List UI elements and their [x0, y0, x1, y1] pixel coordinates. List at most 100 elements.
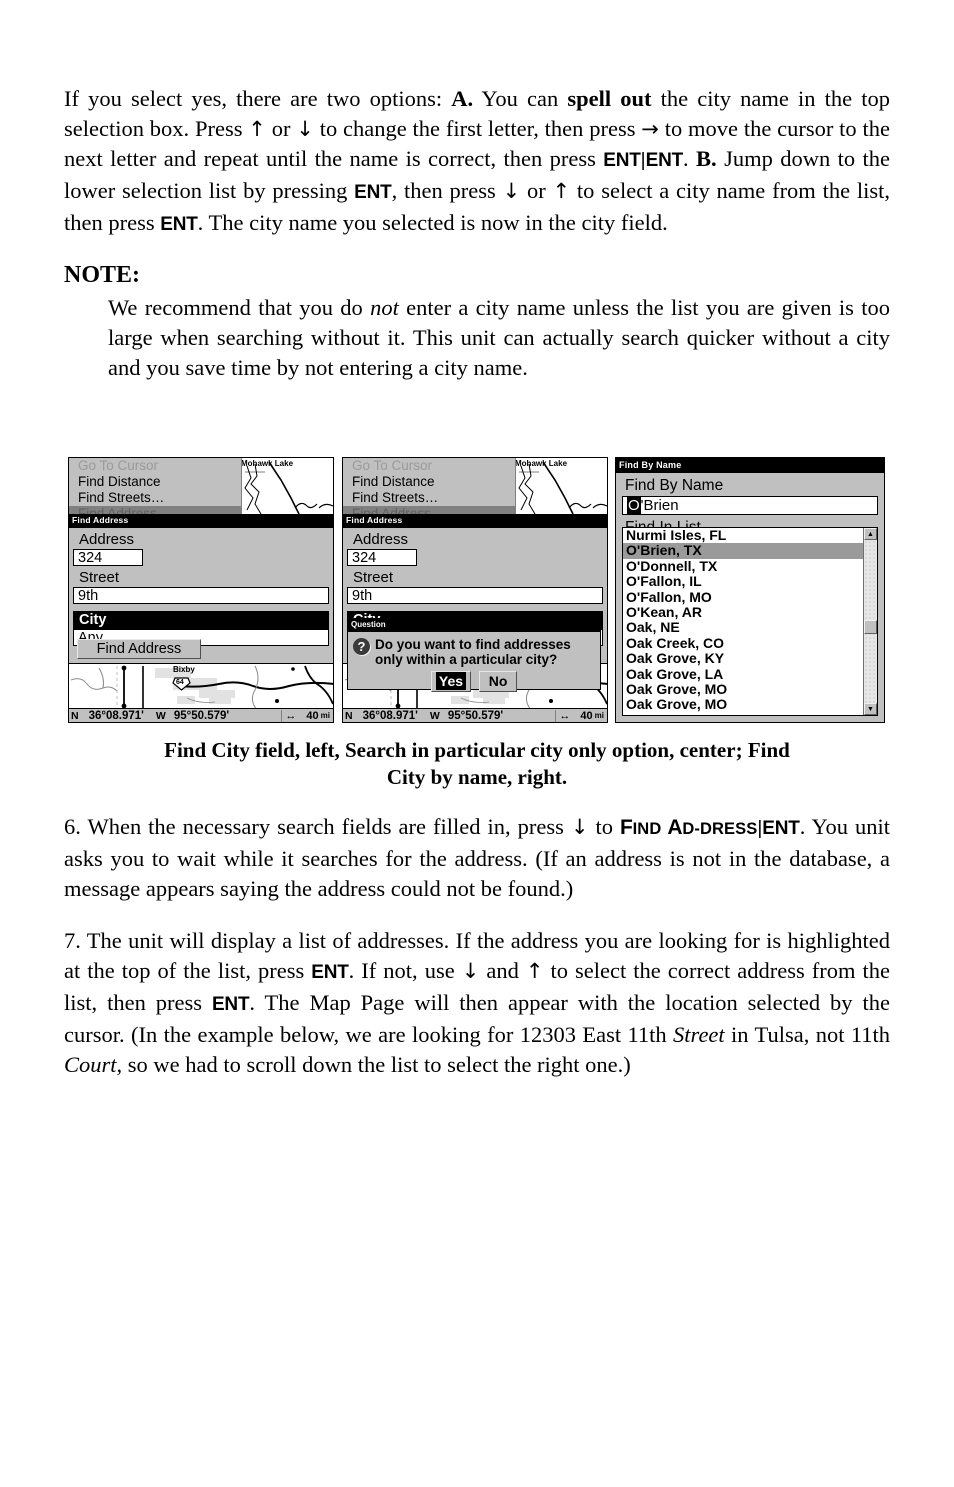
ent-key-label: ENT [354, 182, 392, 203]
p6-text-1: 6. When the necessary search fields are … [64, 814, 571, 839]
zoom-range-unit: mi [594, 711, 604, 720]
option-b-label: B. [696, 146, 717, 171]
menu-item-find-address[interactable]: Find Address [69, 506, 241, 514]
question-mark-icon: ? [353, 638, 370, 655]
street-label: Street [353, 569, 394, 586]
list-item[interactable]: Oak Grove, OK [623, 712, 863, 715]
scrollbar-thumb[interactable] [864, 620, 877, 634]
court-emphasis: Court [64, 1052, 117, 1077]
up-arrow-icon: ↑ [525, 959, 544, 983]
p6-text-2: to [588, 814, 620, 839]
latitude-value: 36°08.971' [362, 709, 418, 722]
ent-key-label: ENT [762, 818, 800, 839]
list-item[interactable]: O'Donnell, TX [623, 558, 863, 574]
city-list-items: Nurmi Isles, FL O'Brien, TX O'Donnell, T… [623, 528, 863, 715]
street-input[interactable]: 9th [347, 587, 603, 604]
menu-item-find-streets[interactable]: Find Streets… [343, 490, 515, 506]
find-by-name-label: Find By Name [625, 477, 724, 494]
address-label: Address [79, 531, 135, 548]
city-list-box[interactable]: Nurmi Isles, FL O'Brien, TX O'Donnell, T… [622, 527, 878, 716]
paragraph-7: 7. The unit will display a list of addre… [64, 926, 890, 1080]
down-arrow-icon: ↓ [502, 179, 521, 203]
yes-button[interactable]: Yes [430, 671, 472, 692]
zoom-range-value: 40 [580, 709, 593, 722]
list-item[interactable]: O'Fallon, MO [623, 589, 863, 605]
note-block: NOTE: We recommend that you do not enter… [64, 262, 890, 383]
find-key-initial: F [619, 816, 633, 839]
find-address-dialog-left: Find Address Address 324 Street 9th City… [69, 514, 333, 666]
document-page: If you select yes, there are two options… [0, 0, 954, 1487]
down-arrow-icon: ↓ [461, 959, 480, 983]
list-item[interactable]: O'Fallon, IL [623, 573, 863, 589]
menu-item-find-streets[interactable]: Find Streets… [69, 490, 241, 506]
list-scrollbar[interactable]: ▲ ▼ [863, 528, 877, 715]
map-label-lake: Mohawk Lake [241, 459, 294, 468]
menu-item-find-distance[interactable]: Find Distance [343, 474, 515, 490]
intro-text-10: or [520, 178, 553, 203]
menu-item-find-address[interactable]: Find Address [343, 506, 515, 514]
figure-screenshots-row: Mohawk Lake Go To Cursor Find Distance F… [68, 457, 888, 727]
dialog-title: Find By Name [616, 458, 884, 473]
down-arrow-icon: ↓ [296, 117, 314, 141]
address-input[interactable]: 324 [73, 549, 143, 566]
figure-caption: Find City field, left, Search in particu… [64, 737, 890, 791]
no-button[interactable]: No [479, 671, 518, 692]
list-item[interactable]: Oak Creek, CO [623, 635, 863, 651]
map-label-city: Bixby [173, 665, 195, 674]
list-item-selected[interactable]: O'Brien, TX [623, 542, 863, 559]
list-item[interactable]: Oak Grove, KY [623, 650, 863, 666]
intro-text-12: . The city name you selected is now in t… [197, 210, 668, 235]
status-bar-left: N 36°08.971' W 95°50.579' ↔ 40 mi [69, 708, 333, 722]
list-item[interactable]: Oak Grove, LA [623, 666, 863, 682]
scroll-down-arrow-icon[interactable]: ▼ [864, 703, 877, 715]
zoom-range-group: ↔ 40 mi [281, 709, 333, 722]
p7-text-3: and [479, 958, 526, 983]
latitude-hemisphere: N [345, 709, 353, 722]
list-item[interactable]: Nurmi Isles, FL [623, 528, 863, 543]
question-dialog-title: Question [348, 619, 600, 632]
list-item[interactable]: Oak, NE [623, 620, 863, 636]
paragraph-6: 6. When the necessary search fields are … [64, 812, 890, 904]
p7-text-2: . If not, use [348, 958, 462, 983]
ent-key-label: ENT [160, 214, 198, 235]
cursor-menu-left: Go To Cursor Find Distance Find Streets…… [69, 458, 242, 514]
zoom-range-group: ↔ 40 mi [555, 709, 607, 722]
down-arrow-icon: ↓ [570, 815, 589, 839]
intro-text-2: You can [473, 86, 568, 111]
address-input[interactable]: 324 [347, 549, 417, 566]
dialog-title: Find Address [343, 514, 607, 528]
longitude-hemisphere: W [429, 709, 440, 722]
zoom-range-value: 40 [306, 709, 319, 722]
find-address-button[interactable]: Find Address [77, 639, 201, 659]
menu-item-find-distance[interactable]: Find Distance [69, 474, 241, 490]
list-item[interactable]: O'Kean, AR [623, 604, 863, 620]
status-bar-center: N 36°08.971' W 95°50.579' ↔ 40 mi [343, 708, 607, 722]
find-by-name-input[interactable]: O'Brien [622, 496, 878, 515]
up-arrow-icon: ↑ [248, 117, 266, 141]
caption-line-1: Find City field, left, Search in particu… [164, 738, 790, 762]
not-emphasis: not [370, 295, 399, 320]
intro-text-9: , then press [391, 178, 503, 203]
p7-text-6: in Tulsa, not 11th [724, 1022, 890, 1047]
no-button-label: No [488, 673, 508, 689]
latitude-value: 36°08.971' [88, 709, 144, 722]
text-column-lower: 6. When the necessary search fields are … [64, 812, 890, 1080]
question-text: Do you want to find addresses only withi… [375, 637, 571, 667]
menu-item-go-to-cursor[interactable]: Go To Cursor [69, 458, 241, 474]
street-emphasis: Street [673, 1022, 725, 1047]
ent-key-label: ENT [311, 962, 349, 983]
intro-text-4: or [265, 116, 297, 141]
intro-text-7: . [683, 146, 697, 171]
option-a-label: A. [451, 86, 474, 111]
zoom-range-icon: ↔ [559, 709, 571, 722]
list-item[interactable]: Oak Grove, MO [623, 697, 863, 713]
menu-item-go-to-cursor[interactable]: Go To Cursor [343, 458, 515, 474]
text-column: If you select yes, there are two options… [64, 84, 890, 383]
ent-key-label: ENT [603, 150, 641, 171]
list-item[interactable]: Oak Grove, MO [623, 681, 863, 697]
street-input[interactable]: 9th [73, 587, 329, 604]
city-label-highlighted[interactable]: City [73, 611, 329, 629]
find-by-name-dialog: Find By Name Find By Name O'Brien Find I… [616, 458, 884, 722]
scroll-up-arrow-icon[interactable]: ▲ [864, 528, 877, 540]
highway-shield-label: 64 [176, 679, 184, 686]
